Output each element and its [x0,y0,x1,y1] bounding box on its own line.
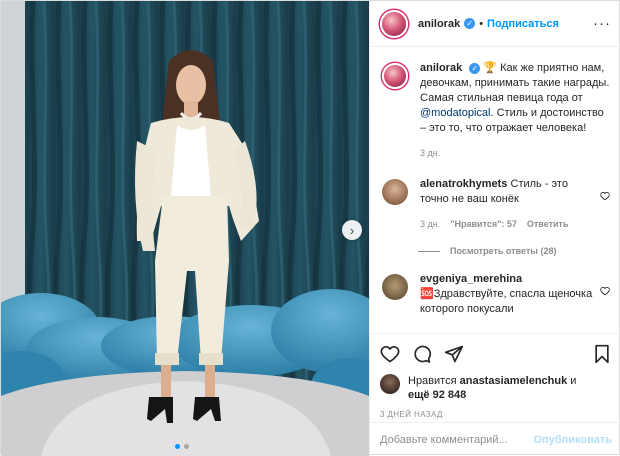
comment-item: evgeniya_merehina 🆘Здравствуйте, спасла … [382,272,610,317]
comment-likes[interactable]: "Нравится": 57 [450,217,517,232]
carousel-dots [175,444,189,449]
comment-item: alenatrokhymets Стиль - это точно не ваш… [382,177,610,232]
liked-by-and: и [570,375,577,387]
view-replies-button[interactable]: Посмотреть ответы (28) [418,246,610,256]
like-heart-icon[interactable] [380,344,400,364]
post-actions: Нравится anastasiamelenchuk и ещё 92 848… [370,333,620,419]
like-comment-heart-icon[interactable] [600,191,610,201]
post-header: anilorak ✓ • Подписаться ··· [370,1,620,47]
reply-button[interactable]: Ответить [527,217,569,232]
comment-time[interactable]: 3 дн. [420,217,440,232]
commenter-username[interactable]: evgeniya_merehina [420,273,522,285]
publish-button[interactable]: Опубликовать [533,434,612,446]
like-comment-heart-icon[interactable] [600,286,610,296]
view-replies-label: Посмотреть ответы (28) [450,246,557,256]
header-separator: • [479,17,484,30]
comment-text: Здравствуйте, спасла щеночка которого по… [420,288,593,315]
commenter-username[interactable]: alenatrokhymets [420,178,507,190]
author-avatar[interactable] [380,9,408,38]
comment-bubble-icon[interactable] [412,344,432,364]
likes-summary: Нравится anastasiamelenchuk и ещё 92 848 [380,374,612,402]
commenter-avatar[interactable] [382,179,408,205]
sos-emoji-icon: 🆘 [420,288,434,300]
replies-line [418,250,440,252]
commenter-avatar[interactable] [382,274,408,300]
others-likes-count[interactable]: ещё 92 848 [408,389,466,401]
more-options-icon[interactable]: ··· [593,15,611,32]
carousel-dot [184,444,189,449]
post-date[interactable]: 3 ДНЕЙ НАЗАД [380,410,612,419]
post-photo[interactable]: › [1,1,369,456]
verified-badge-icon: ✓ [464,18,476,29]
liked-by-prefix: Нравится [408,375,457,387]
carousel-dot-active [175,444,180,449]
instagram-post: › anilorak ✓ • Подписаться ··· anilorak … [0,0,620,456]
add-comment-bar: Добавьте комментарий... Опубликовать [370,422,620,456]
liked-by-username[interactable]: anastasiamelenchuk [460,375,568,387]
action-icons [380,342,612,366]
caption-time[interactable]: 3 дн. [420,146,440,161]
mention-link[interactable]: @modatopical [420,107,490,119]
comments-section[interactable]: anilorak ✓ 🏆 Как же приятно нам, девочка… [370,47,620,333]
next-slide-arrow-icon[interactable]: › [342,220,362,240]
save-bookmark-icon[interactable] [592,344,612,364]
author-username[interactable]: anilorak [418,18,460,30]
follow-button[interactable]: Подписаться [487,18,559,30]
share-paper-plane-icon[interactable] [444,344,464,364]
photo-illustration [1,1,369,456]
comment-input[interactable]: Добавьте комментарий... [380,434,533,446]
caption-avatar[interactable] [382,63,408,89]
liker-avatar[interactable] [380,374,400,394]
trophy-emoji-icon: 🏆 [483,62,498,74]
caption-username[interactable]: anilorak [420,62,462,74]
post-side-panel: anilorak ✓ • Подписаться ··· anilorak ✓ … [369,1,620,456]
caption: anilorak ✓ 🏆 Как же приятно нам, девочка… [382,61,610,161]
verified-badge-icon: ✓ [469,62,481,74]
